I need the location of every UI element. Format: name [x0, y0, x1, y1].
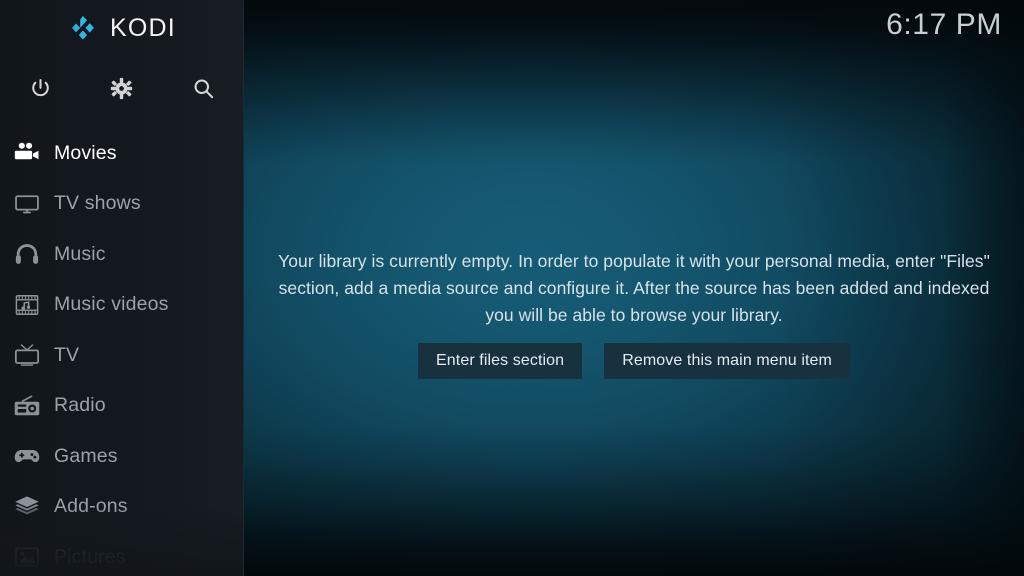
empty-library-actions: Enter files section Remove this main men…	[269, 343, 999, 379]
radio-icon	[10, 393, 44, 419]
remove-main-menu-item-button[interactable]: Remove this main menu item	[604, 343, 850, 379]
sidebar-item-radio[interactable]: Radio	[0, 381, 244, 432]
sidebar-item-music-videos[interactable]: Music videos	[0, 280, 244, 331]
sidebar: KODI Movies TV shows Music Music videos …	[0, 0, 244, 576]
gear-icon	[110, 76, 134, 100]
power-icon	[29, 77, 52, 100]
addons-box-icon	[10, 494, 44, 520]
sidebar-item-tv[interactable]: TV	[0, 330, 244, 381]
headphones-icon	[10, 241, 44, 267]
film-music-icon	[10, 292, 44, 318]
sidebar-item-movies[interactable]: Movies	[0, 128, 244, 179]
brand: KODI	[0, 0, 244, 56]
sidebar-item-label: Music	[54, 242, 106, 265]
brand-name: KODI	[110, 13, 176, 42]
search-button[interactable]	[163, 64, 244, 112]
power-button[interactable]	[0, 64, 81, 112]
movie-camera-icon	[10, 140, 44, 166]
sidebar-item-add-ons[interactable]: Add-ons	[0, 482, 244, 533]
sidebar-item-label: TV shows	[54, 192, 141, 215]
enter-files-section-button[interactable]: Enter files section	[418, 343, 583, 379]
sidebar-item-label: Pictures	[54, 545, 126, 568]
gamepad-icon	[10, 443, 44, 469]
sidebar-item-label: TV	[54, 343, 80, 366]
sidebar-item-label: Music videos	[54, 293, 169, 316]
picture-icon	[10, 544, 44, 570]
sidebar-item-label: Radio	[54, 394, 106, 417]
main-menu: Movies TV shows Music Music videos TV Ra…	[0, 128, 244, 576]
settings-button[interactable]	[81, 64, 162, 112]
sidebar-item-label: Add-ons	[54, 495, 128, 518]
sidebar-item-music[interactable]: Music	[0, 229, 244, 280]
empty-library-message: Your library is currently empty. In orde…	[278, 251, 990, 325]
kodi-logo-icon	[68, 13, 98, 43]
empty-library-panel: Your library is currently empty. In orde…	[269, 248, 999, 379]
television-icon	[10, 191, 44, 217]
sidebar-item-tv-shows[interactable]: TV shows	[0, 179, 244, 230]
sidebar-item-pictures[interactable]: Pictures	[0, 532, 244, 576]
sidebar-toolbar	[0, 64, 244, 112]
clock: 6:17 PM	[886, 8, 1002, 41]
search-icon	[192, 77, 215, 100]
sidebar-item-label: Games	[54, 444, 118, 467]
retro-tv-icon	[10, 342, 44, 368]
sidebar-item-label: Movies	[54, 141, 117, 164]
sidebar-item-games[interactable]: Games	[0, 431, 244, 482]
kodi-home-screen: 6:17 PM Your library is currently empty.…	[0, 0, 1024, 576]
main-content: Your library is currently empty. In orde…	[244, 0, 1024, 576]
